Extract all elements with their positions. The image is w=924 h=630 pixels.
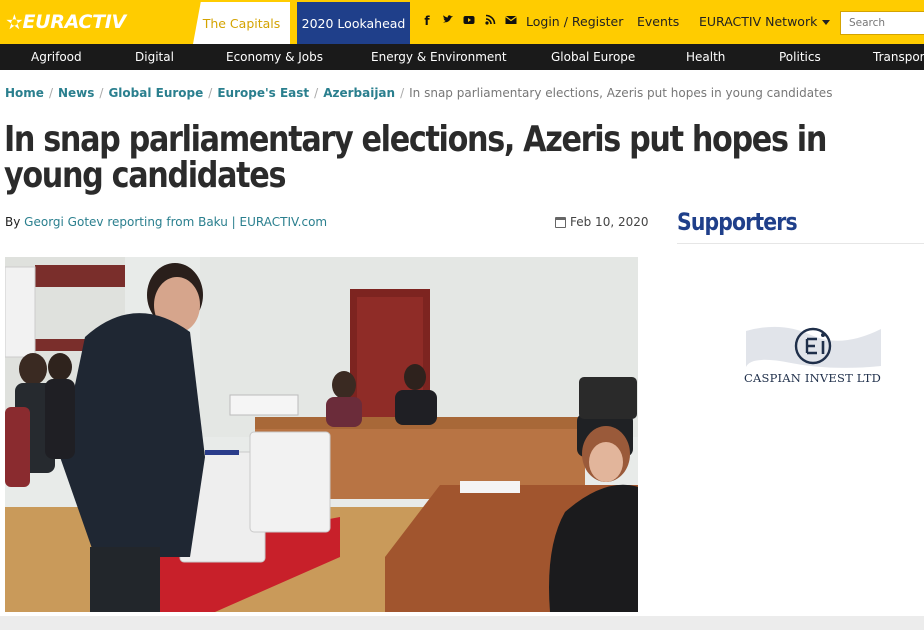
- logo-star-icon: ✫: [6, 10, 23, 34]
- tab-2020-lookahead[interactable]: 2020 Lookahead: [297, 2, 410, 44]
- nav-item-global-europe[interactable]: Global Europe: [551, 50, 635, 64]
- network-label: EURACTIV Network: [699, 14, 818, 29]
- network-menu[interactable]: EURACTIV Network: [699, 14, 831, 29]
- author-link[interactable]: Georgi Gotev reporting from Baku | EURAC…: [24, 215, 327, 229]
- caspian-invest-logo: [741, 321, 884, 371]
- breadcrumb-global-europe[interactable]: Global Europe: [108, 86, 203, 100]
- login-register-link[interactable]: Login / Register: [526, 14, 623, 29]
- byline: By Georgi Gotev reporting from Baku | EU…: [5, 215, 327, 229]
- breadcrumb-separator: /: [314, 86, 319, 100]
- nav-item-energy-environment[interactable]: Energy & Environment: [371, 50, 507, 64]
- supporters-heading: Supporters: [677, 208, 798, 236]
- search-input[interactable]: Search: [840, 11, 924, 35]
- supporters-divider: [677, 243, 924, 244]
- mail-icon[interactable]: [505, 14, 517, 28]
- breadcrumb-separator: /: [99, 86, 104, 100]
- article-photo: [5, 257, 638, 612]
- article-title: In snap parliamentary elections, Azeris …: [4, 119, 827, 196]
- euractiv-logo[interactable]: ✫ EURACTIV: [6, 10, 126, 34]
- nav-item-agrifood[interactable]: Agrifood: [31, 50, 82, 64]
- breadcrumb-europes-east[interactable]: Europe's East: [217, 86, 309, 100]
- events-link[interactable]: Events: [637, 14, 679, 29]
- polling-station-photo: [5, 257, 638, 612]
- main-nav: Agrifood Digital Economy & Jobs Energy &…: [0, 44, 924, 70]
- breadcrumb-news[interactable]: News: [58, 86, 94, 100]
- social-icons: f: [421, 14, 517, 28]
- twitter-icon[interactable]: [442, 14, 454, 28]
- nav-item-transport[interactable]: Transport: [873, 50, 924, 64]
- bottom-scroll-strip: [0, 616, 924, 630]
- caret-down-icon: [822, 20, 831, 25]
- sponsor-caspian-invest[interactable]: CASPIAN INVEST LTD: [741, 321, 884, 393]
- breadcrumb-azerbaijan[interactable]: Azerbaijan: [323, 86, 395, 100]
- date-text: Feb 10, 2020: [570, 215, 649, 229]
- breadcrumb-separator: /: [400, 86, 405, 100]
- nav-item-economy-jobs[interactable]: Economy & Jobs: [226, 50, 323, 64]
- youtube-icon[interactable]: [463, 14, 475, 28]
- breadcrumb: Home / News / Global Europe / Europe's East / Az…: [5, 86, 832, 100]
- logo-text: EURACTIV: [22, 11, 126, 33]
- nav-item-digital[interactable]: Digital: [135, 50, 174, 64]
- tab-the-capitals[interactable]: The Capitals: [193, 2, 290, 44]
- publish-date: Feb 10, 2020: [555, 215, 649, 229]
- nav-item-politics[interactable]: Politics: [779, 50, 821, 64]
- byline-prefix: By: [5, 215, 21, 229]
- breadcrumb-current: In snap parliamentary elections, Azeris …: [409, 86, 833, 100]
- calendar-icon: [555, 216, 566, 228]
- top-bar: ✫ EURACTIV The Capitals 2020 Lookahead f…: [0, 0, 924, 44]
- breadcrumb-separator: /: [208, 86, 213, 100]
- breadcrumb-separator: /: [48, 86, 53, 100]
- facebook-icon[interactable]: f: [421, 14, 433, 28]
- sponsor-name: CASPIAN INVEST LTD: [744, 371, 881, 385]
- nav-item-health[interactable]: Health: [686, 50, 725, 64]
- rss-icon[interactable]: [484, 14, 496, 28]
- breadcrumb-home[interactable]: Home: [5, 86, 44, 100]
